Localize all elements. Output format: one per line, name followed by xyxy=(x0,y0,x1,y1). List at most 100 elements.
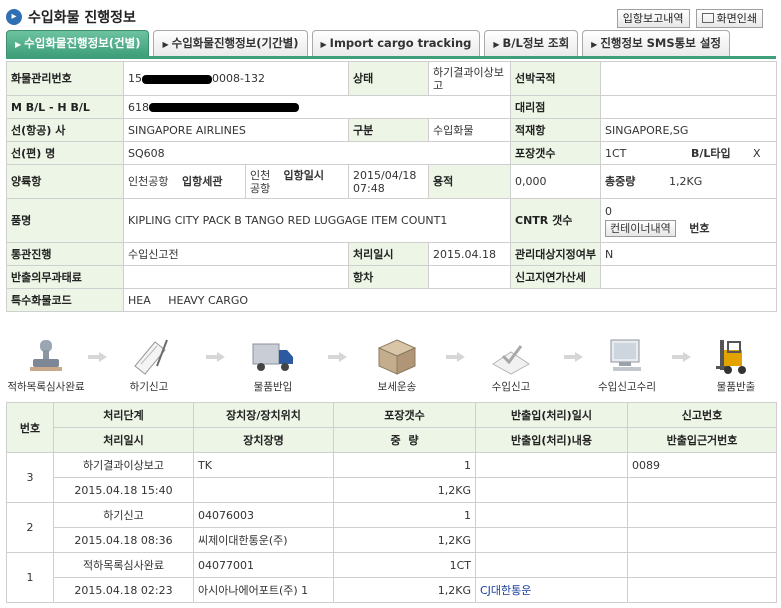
bl-type-value: X xyxy=(753,146,761,160)
header-inout-date: 반출입(처리)일시 xyxy=(475,402,628,428)
gross-weight-label: 총중량 xyxy=(605,175,636,188)
volume-label: 용적 xyxy=(428,164,511,199)
row-place-name: 씨제이대한통운(주) xyxy=(193,527,334,553)
row-place-name xyxy=(193,477,334,503)
row-step: 하기결과이상보고 xyxy=(53,452,194,478)
entry-report-button[interactable]: 입항보고내역 xyxy=(616,9,690,28)
row-step: 하기신고 xyxy=(53,502,194,528)
unloading-port-label: 양륙항 xyxy=(6,164,124,199)
row-no: 3 xyxy=(6,452,54,503)
flow-step-label: 적하목록심사완료 xyxy=(7,381,85,393)
row-pkg: 1 xyxy=(333,452,476,478)
tab-bl-info[interactable]: ▶ B/L정보 조회 xyxy=(484,30,579,56)
arrow-right-icon xyxy=(446,352,466,362)
tab-import-cargo-tracking[interactable]: ▶ Import cargo tracking xyxy=(311,30,481,56)
print-button[interactable]: 화면인쇄 xyxy=(695,9,763,28)
tab-cargo-progress-single[interactable]: ▶ 수입화물진행정보(건별) xyxy=(6,30,150,56)
tab-cargo-progress-period[interactable]: ▶ 수입화물진행정보(기간별) xyxy=(153,30,308,56)
triangle-right-icon: ▶ xyxy=(162,40,169,49)
flow-step-goods-out: 물품반출 xyxy=(696,336,776,394)
row-date: 2015.04.18 02:23 xyxy=(53,577,194,603)
triangle-right-icon: ▶ xyxy=(15,40,22,49)
row-weight: 1,2KG xyxy=(333,527,476,553)
table-row: 2015.04.18 15:40 1,2KG xyxy=(7,477,777,503)
top-button-group: 입항보고내역 화면인쇄 xyxy=(616,9,763,28)
cntr-count-label: CNTR 갯수 xyxy=(510,198,601,243)
table-row: 1 적하목록심사완료 04077001 1CT xyxy=(6,552,777,603)
tab-label: 수입화물진행정보(기간별) xyxy=(171,36,299,50)
item-label: 품명 xyxy=(6,198,124,243)
row-basis-no xyxy=(627,527,777,553)
triangle-right-icon: ▶ xyxy=(591,40,598,49)
special-code-value: HEA HEAVY CARGO xyxy=(123,288,777,312)
stamp-icon xyxy=(24,336,68,376)
computer-icon xyxy=(605,336,649,376)
cntr-count-cell: 0 컨테이너내역 번호 xyxy=(600,198,777,243)
container-detail-button[interactable]: 컨테이너내역 xyxy=(605,219,676,237)
release-duty-value xyxy=(123,265,349,289)
flow-step-label: 수입신고 xyxy=(491,381,531,393)
row-report-no xyxy=(627,502,777,528)
tab-sms-settings[interactable]: ▶ 진행정보 SMS통보 설정 xyxy=(582,30,730,56)
row-date: 2015.04.18 15:40 xyxy=(53,477,194,503)
process-date-label: 처리일시 xyxy=(348,242,429,266)
agent-label: 대리점 xyxy=(510,95,601,119)
triangle-right-icon: ▶ xyxy=(320,40,327,49)
redaction-mask xyxy=(149,103,299,112)
status-value: 하기결과이상보고 xyxy=(428,61,511,96)
number-label: 번호 xyxy=(689,221,710,235)
agent-value xyxy=(600,95,777,119)
triangle-right-icon: ▶ xyxy=(493,40,500,49)
info-row: M B/L - H B/L 618 대리점 xyxy=(6,95,777,119)
voyage-label: 항차 xyxy=(348,265,429,289)
mbl-hbl-label: M B/L - H B/L xyxy=(6,95,124,119)
mbl-hbl-prefix: 618 xyxy=(128,100,149,114)
history-table: 번호 처리단계 장치장/장치위치 포장갯수 반출입(처리)일시 신고번호 처리일… xyxy=(6,402,777,603)
tab-label: Import cargo tracking xyxy=(329,36,472,50)
row-pkg: 1 xyxy=(333,502,476,528)
row-report-no: 0089 xyxy=(627,452,777,478)
flow-step-goods-in: 물품반입 xyxy=(233,336,313,394)
arrow-right-icon xyxy=(564,352,584,362)
special-code-label: 특수화물코드 xyxy=(6,288,124,312)
row-report-no xyxy=(627,552,777,578)
row-inout-date xyxy=(475,552,628,578)
entry-customs-label: 입항세관 xyxy=(182,175,223,188)
header-no: 번호 xyxy=(6,402,54,453)
info-row: 통관진행 수입신고전 처리일시 2015.04.18 관리대상지정여부 N xyxy=(6,242,777,266)
header-inout-content: 반출입(처리)내용 xyxy=(475,427,628,453)
history-header-row: 번호 처리단계 장치장/장치위치 포장갯수 반출입(처리)일시 신고번호 xyxy=(6,402,777,453)
arrow-right-icon xyxy=(206,352,226,362)
header-pkg: 포장갯수 xyxy=(333,402,476,428)
entry-customs-date-cell: 인천공항 입항일시 xyxy=(245,164,349,199)
gross-weight-value: 1,2KG xyxy=(669,175,703,188)
row-place-name: 아시아나에어포트(주) 1 xyxy=(193,577,334,603)
row-inout-date xyxy=(475,452,628,478)
release-duty-label: 반출의무과태료 xyxy=(6,265,124,289)
row-basis-no xyxy=(627,477,777,503)
flow-step-declaration-accepted: 수입신고수리 xyxy=(587,336,667,394)
row-inout-content[interactable]: CJ대한통운 xyxy=(475,577,628,603)
unloading-port-entry-customs-cell: 인천공항 입항세관 xyxy=(123,164,246,199)
row-weight: 1,2KG xyxy=(333,477,476,503)
truck-icon xyxy=(251,336,295,376)
history-header-row: 처리일시 장치장명 중 량 반출입(처리)내용 반출입근거번호 xyxy=(7,427,777,453)
vessel-nation-label: 선박국적 xyxy=(510,61,601,96)
print-button-label: 화면인쇄 xyxy=(716,12,757,25)
row-basis-no xyxy=(627,577,777,603)
info-row: 화물관리번호 15 0008-132 상태 하기결과이상보고 선박국적 xyxy=(6,61,777,96)
clearance-value: 수입신고전 xyxy=(123,242,349,266)
flight-label: 선(편) 명 xyxy=(6,141,124,165)
cargo-mgmt-no-prefix: 15 xyxy=(128,72,142,85)
flow-step-label: 물품반입 xyxy=(253,381,293,393)
header-date: 처리일시 xyxy=(53,427,194,453)
page-title-bar: ▸ 수입화물 진행정보 xyxy=(6,6,136,28)
cntr-count-value: 0 xyxy=(605,204,612,218)
division-label: 구분 xyxy=(348,118,429,142)
gross-weight-cell: 총중량 1,2KG xyxy=(600,164,777,199)
info-row: 선(편) 명 SQ608 포장갯수 1CT B/L타입 X xyxy=(6,141,777,165)
info-row: 선(항공) 사 SINGAPORE AIRLINES 구분 수입화물 적재항 S… xyxy=(6,118,777,142)
row-inout-content xyxy=(475,527,628,553)
row-date: 2015.04.18 08:36 xyxy=(53,527,194,553)
tab-label: B/L정보 조회 xyxy=(502,36,570,50)
